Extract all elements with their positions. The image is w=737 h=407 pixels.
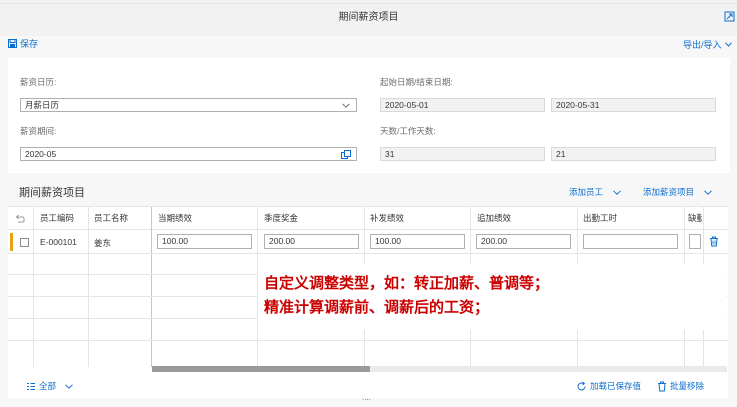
col-header-quarter-bonus[interactable]: 季度奖金 bbox=[264, 207, 298, 229]
quarter-bonus-input[interactable]: 200.00 bbox=[264, 234, 359, 249]
save-icon bbox=[8, 39, 17, 48]
window-title: 期间薪资项目 bbox=[338, 12, 399, 23]
save-button[interactable]: 保存 bbox=[8, 37, 38, 50]
add-pay-item-label: 添加薪资项目 bbox=[643, 187, 695, 197]
current-performance-input[interactable]: 100.00 bbox=[157, 234, 252, 249]
calendar-select[interactable]: 月薪日历 bbox=[20, 98, 357, 112]
save-label: 保存 bbox=[20, 39, 39, 49]
annotation-line-1: 自定义调整类型，如：转正加薪、普调等； bbox=[264, 275, 550, 292]
chevron-down-icon bbox=[704, 189, 712, 195]
absence-input[interactable] bbox=[689, 234, 701, 249]
row-divider bbox=[8, 340, 728, 341]
dates-label: 起始日期/结束日期: bbox=[380, 77, 453, 87]
employee-code: E-000101 bbox=[40, 237, 77, 247]
more-handle[interactable]: .... bbox=[362, 393, 371, 402]
col-header-code[interactable]: 员工编码 bbox=[40, 207, 74, 229]
col-divider bbox=[151, 207, 152, 367]
delete-icon[interactable] bbox=[709, 236, 719, 247]
export-import-button[interactable]: 导出/导入 bbox=[683, 38, 732, 51]
days-label: 天数/工作天数: bbox=[380, 126, 436, 136]
value-help-icon[interactable] bbox=[341, 149, 351, 159]
list-filter-icon bbox=[27, 382, 35, 390]
row-checkbox[interactable] bbox=[20, 238, 29, 247]
filter-all-label: 全部 bbox=[39, 381, 57, 391]
horizontal-scrollbar-thumb[interactable] bbox=[152, 366, 370, 372]
calendar-value: 月薪日历 bbox=[25, 100, 60, 110]
export-label: 导出/导入 bbox=[683, 40, 722, 50]
load-saved-label: 加载已保存值 bbox=[590, 381, 642, 391]
days-value: 31 bbox=[385, 149, 395, 159]
chevron-down-icon bbox=[65, 383, 73, 389]
col-header-current-performance[interactable]: 当期绩效 bbox=[158, 207, 192, 229]
row-selection-indicator bbox=[10, 233, 13, 251]
employee-name: 姜东 bbox=[94, 238, 112, 248]
back-pay-input[interactable]: 100.00 bbox=[370, 234, 465, 249]
add-employee-button[interactable]: 添加员工 bbox=[569, 186, 621, 198]
add-employee-label: 添加员工 bbox=[569, 187, 604, 197]
col-header-extra-performance[interactable]: 追加绩效 bbox=[477, 207, 511, 229]
toolbar bbox=[0, 36, 737, 54]
batch-remove-label: 批量移除 bbox=[670, 381, 705, 391]
chevron-down-icon bbox=[724, 42, 732, 47]
start-date-field: 2020-05-01 bbox=[380, 98, 545, 112]
section-title: 期间薪资项目 bbox=[19, 187, 85, 199]
refresh-icon bbox=[577, 381, 586, 390]
col-header-back-pay[interactable]: 补发绩效 bbox=[370, 207, 404, 229]
annotation-line-2: 精准计算调薪前、调薪后的工资； bbox=[264, 299, 490, 316]
col-header-attendance-hours[interactable]: 出勤工时 bbox=[583, 207, 617, 229]
end-date-value: 2020-05-31 bbox=[556, 100, 600, 110]
work-days-field: 21 bbox=[551, 147, 716, 161]
row-divider bbox=[8, 253, 728, 254]
add-pay-item-button[interactable]: 添加薪资项目 bbox=[643, 186, 712, 198]
undo-icon[interactable] bbox=[15, 214, 25, 223]
start-date-value: 2020-05-01 bbox=[385, 100, 429, 110]
extra-performance-input[interactable]: 200.00 bbox=[476, 234, 571, 249]
work-days-value: 21 bbox=[556, 149, 566, 159]
period-input[interactable]: 2020-05 bbox=[20, 147, 357, 161]
expand-icon[interactable] bbox=[724, 11, 735, 22]
load-saved-button[interactable]: 加载已保存值 bbox=[576, 380, 641, 392]
period-label: 薪资期间: bbox=[20, 126, 57, 136]
chevron-down-icon bbox=[342, 102, 350, 108]
col-divider bbox=[88, 207, 89, 367]
end-date-field: 2020-05-31 bbox=[551, 98, 716, 112]
col-header-name[interactable]: 员工名称 bbox=[94, 207, 128, 229]
header-divider bbox=[8, 229, 728, 230]
period-value: 2020-05 bbox=[25, 149, 57, 159]
filter-all-button[interactable]: 全部 bbox=[26, 380, 73, 392]
col-divider bbox=[33, 207, 34, 367]
batch-remove-button[interactable]: 批量移除 bbox=[657, 380, 704, 392]
attendance-hours-input[interactable] bbox=[583, 234, 678, 249]
calendar-label: 薪资日历: bbox=[20, 77, 57, 87]
chevron-down-icon bbox=[613, 189, 621, 195]
col-header-absence[interactable]: 缺勤 bbox=[688, 207, 702, 229]
days-field: 31 bbox=[380, 147, 545, 161]
delete-icon bbox=[658, 381, 666, 391]
